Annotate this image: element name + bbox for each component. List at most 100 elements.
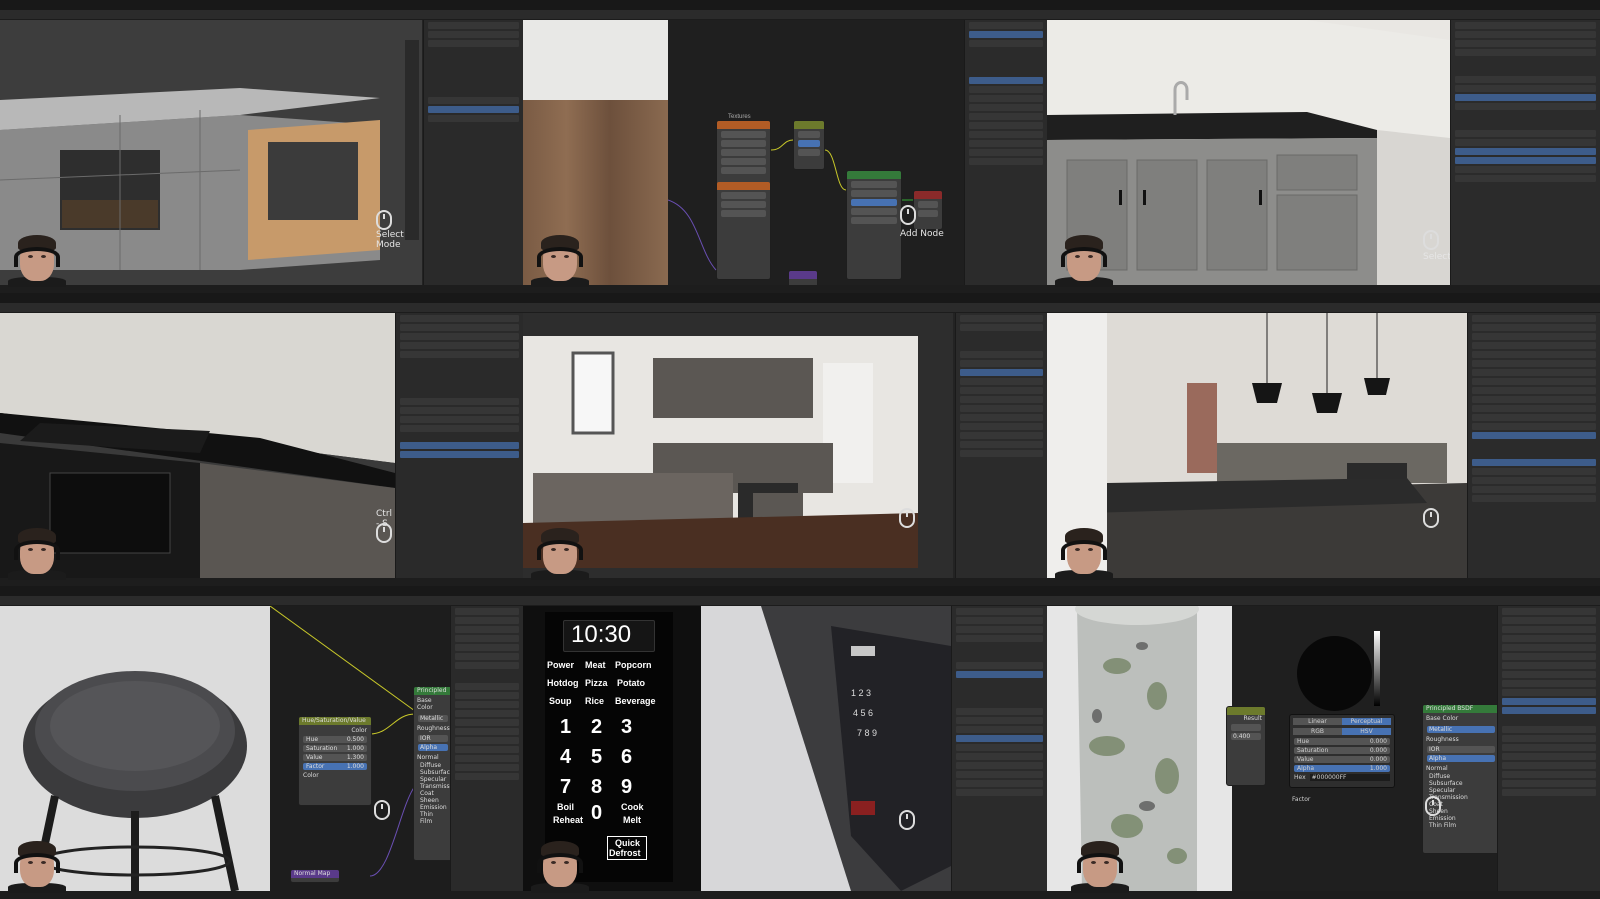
hsv-hue-field[interactable]: Hue 0.500 [303, 736, 367, 743]
linear-tab[interactable]: Linear [1293, 718, 1342, 725]
digit-4: 4 [560, 746, 572, 768]
properties-panel[interactable] [1450, 20, 1600, 285]
menu-bar[interactable] [1047, 293, 1600, 303]
node-canvas[interactable]: Textures Add Node [668, 20, 964, 290]
status-bar [0, 285, 523, 293]
panel-stool-shading: Hue/Saturation/Value Color Hue 0.500 Satu… [0, 586, 523, 899]
output-node[interactable] [913, 190, 943, 230]
viewport-header[interactable] [0, 303, 523, 313]
color-ramp-node[interactable]: Result 0.400 [1226, 706, 1266, 786]
rice-button: Rice [585, 696, 605, 706]
mouse-icon [899, 810, 915, 830]
saturation-field[interactable]: Saturation 0.000 [1294, 747, 1390, 754]
hotdog-button: Hotdog [547, 678, 579, 688]
toolbar[interactable] [405, 40, 419, 240]
mouse-icon [374, 800, 390, 820]
beverage-button: Beverage [615, 696, 656, 706]
hsv-factor-field[interactable]: Factor 1.000 [303, 763, 367, 770]
properties-panel[interactable] [964, 20, 1047, 285]
digit-7: 7 [560, 776, 572, 798]
clock-time: 10:30 [571, 621, 632, 648]
menu-bar[interactable] [0, 293, 523, 303]
menu-bar[interactable] [523, 586, 1047, 596]
outliner-panel[interactable] [1497, 606, 1600, 891]
texture-node[interactable] [716, 120, 771, 280]
node-canvas[interactable]: Hue/Saturation/Value Color Hue 0.500 Satu… [270, 606, 459, 891]
viewport-header[interactable] [1047, 10, 1600, 20]
hue-field[interactable]: Hue 0.000 [1294, 738, 1390, 745]
webcam-overlay [529, 526, 591, 580]
outliner-panel[interactable] [395, 313, 523, 578]
rgb-tab[interactable]: RGB [1293, 728, 1342, 735]
hsv-saturation-field[interactable]: Saturation 1.000 [303, 745, 367, 752]
editor-header[interactable] [0, 596, 523, 606]
perceptual-tab[interactable]: Perceptual [1342, 718, 1391, 725]
menu-bar[interactable] [523, 0, 1047, 10]
outliner-panel[interactable] [450, 606, 523, 891]
viewport-header[interactable] [1047, 303, 1600, 313]
digit-2: 2 [591, 716, 603, 738]
editor-header[interactable] [523, 10, 1047, 20]
svg-text:1 2 3: 1 2 3 [851, 688, 871, 698]
principled-node[interactable] [846, 170, 902, 280]
ctrl-s-hint: Ctrl - S [376, 509, 393, 529]
status-bar [523, 891, 1047, 899]
digit-8: 8 [591, 776, 603, 798]
factor-label: Factor [1292, 796, 1311, 803]
viewport-header[interactable] [0, 10, 523, 20]
status-bar [523, 285, 1047, 293]
svg-text:4 5 6: 4 5 6 [853, 708, 873, 718]
menu-bar[interactable] [523, 293, 1047, 303]
color-picker-popup[interactable]: Linear Perceptual RGB HSV Hue 0.000 Satur… [1289, 714, 1395, 788]
digit-9: 9 [621, 776, 633, 798]
status-bar [1047, 578, 1600, 586]
properties-panel[interactable] [955, 313, 1047, 578]
webcam-overlay [1053, 526, 1115, 580]
meat-button: Meat [585, 660, 606, 670]
alpha-field[interactable]: Alpha 1.000 [1294, 765, 1390, 772]
hex-field[interactable]: #000000FF [1309, 774, 1390, 781]
status-bar [1047, 891, 1600, 899]
panel-stove-render: Ctrl - S [0, 293, 523, 586]
editor-header[interactable] [1047, 596, 1600, 606]
hue-saturation-value-node[interactable]: Hue/Saturation/Value Color Hue 0.500 Satu… [298, 716, 372, 806]
properties-panel[interactable] [1467, 313, 1600, 578]
hsv-value-field[interactable]: Value 1.300 [303, 754, 367, 761]
hsv-tab[interactable]: HSV [1342, 728, 1391, 735]
menu-bar[interactable] [1047, 586, 1600, 596]
3d-viewport[interactable]: 1 2 3 4 5 6 7 8 9 [701, 606, 951, 891]
mouse-icon [1423, 230, 1439, 250]
status-bar [0, 891, 523, 899]
popcorn-button: Popcorn [615, 660, 652, 670]
value-slider[interactable] [1374, 631, 1380, 706]
boil-button: Boil [557, 802, 574, 812]
digit-1: 1 [560, 716, 572, 738]
properties-panel[interactable] [951, 606, 1047, 891]
status-bar [0, 578, 523, 586]
viewport-header[interactable] [523, 303, 1047, 313]
editor-header[interactable] [523, 596, 1047, 606]
color-wheel[interactable] [1297, 636, 1372, 711]
node-canvas[interactable]: Result 0.400 Linear Perceptual RGB HSV H… [1226, 606, 1500, 891]
status-bar [1047, 285, 1600, 293]
menu-bar[interactable] [0, 586, 523, 596]
mouse-icon [1425, 796, 1441, 816]
principled-bsdf-node[interactable]: Principled BSDF Base Color Metallic Roug… [1422, 704, 1500, 854]
value-field[interactable]: Value 0.000 [1294, 756, 1390, 763]
mix-node[interactable] [793, 120, 825, 170]
menu-bar[interactable] [0, 0, 523, 10]
hsv-node-title: Hue/Saturation/Value [299, 717, 371, 725]
webcam-overlay [1069, 839, 1131, 893]
microwave-render: 1 2 3 4 5 6 7 8 9 [701, 606, 951, 891]
principled-bsdf-node[interactable]: Principled Base Color Metallic Roughness… [413, 686, 459, 861]
cook-button: Cook [621, 802, 644, 812]
outliner-panel[interactable] [423, 20, 523, 285]
power-button: Power [547, 660, 575, 670]
svg-text:7 8 9: 7 8 9 [857, 728, 877, 738]
digit-0: 0 [591, 802, 603, 824]
webcam-overlay [6, 839, 68, 893]
select-hint: Select [1423, 252, 1450, 262]
normal-map-node[interactable]: Normal Map [290, 869, 340, 883]
panel-lit-kitchen [1047, 293, 1600, 586]
menu-bar[interactable] [1047, 0, 1600, 10]
